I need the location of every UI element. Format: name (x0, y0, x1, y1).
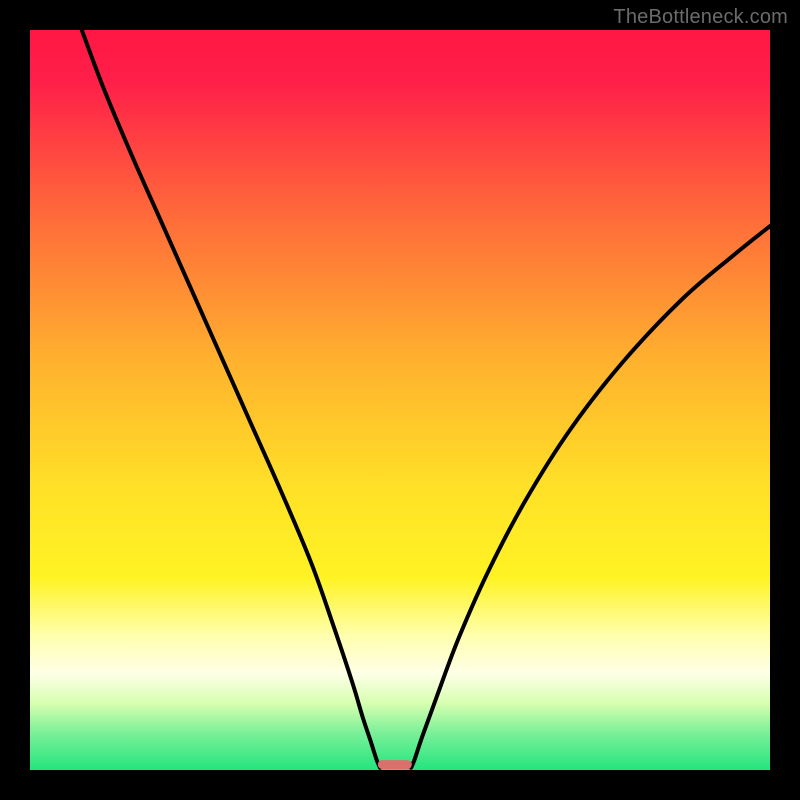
plot-area (30, 30, 770, 770)
chart-frame: TheBottleneck.com (0, 0, 800, 800)
gradient-background (30, 30, 770, 770)
watermark-text: TheBottleneck.com (613, 6, 788, 29)
chart-svg (30, 30, 770, 770)
bottleneck-marker (378, 760, 412, 769)
bottleneck-pill (378, 760, 412, 769)
